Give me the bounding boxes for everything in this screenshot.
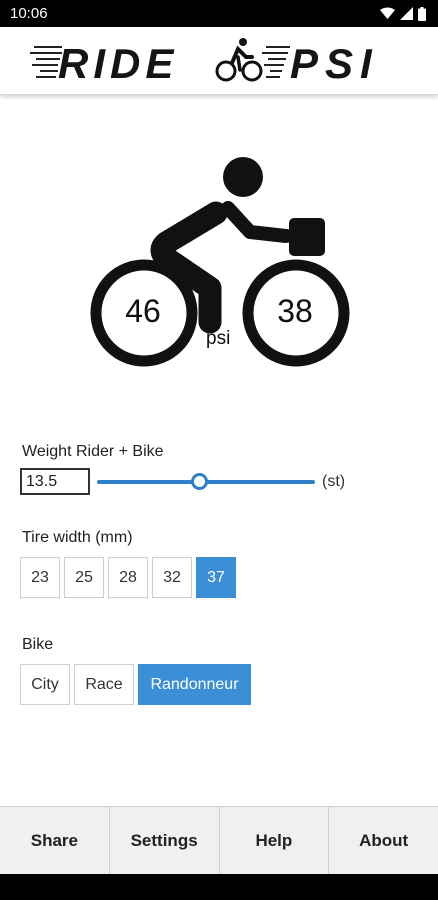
- logo-text-psi: PSI: [290, 40, 379, 87]
- wifi-icon: [380, 7, 395, 19]
- bike-option-race[interactable]: Race: [74, 664, 134, 705]
- app-header: RIDE PSI: [0, 27, 438, 95]
- signal-icon: [400, 7, 413, 20]
- weight-input[interactable]: [20, 468, 90, 495]
- about-button[interactable]: About: [329, 807, 438, 874]
- ride-psi-logo: RIDE PSI: [30, 38, 379, 87]
- tire-option-37[interactable]: 37: [196, 557, 236, 598]
- bottom-nav: Share Settings Help About: [0, 806, 438, 874]
- system-navigation-bar: [0, 874, 438, 900]
- tire-option-32[interactable]: 32: [152, 557, 192, 598]
- logo-cyclist-icon: [215, 38, 263, 82]
- tire-option-28[interactable]: 28: [108, 557, 148, 598]
- weight-slider[interactable]: [97, 472, 317, 492]
- share-button[interactable]: Share: [0, 807, 110, 874]
- tire-width-options: 23 25 28 32 37: [20, 557, 236, 598]
- tire-option-25[interactable]: 25: [64, 557, 104, 598]
- bike-label: Bike: [22, 636, 54, 653]
- weight-unit-label: (st): [322, 473, 346, 490]
- pressure-unit-label: psi: [206, 328, 231, 349]
- rear-pressure-value: 38: [277, 293, 313, 329]
- status-icons: [380, 6, 426, 21]
- pressure-display: 46 38 psi: [88, 150, 350, 372]
- logo-text-ride: RIDE: [58, 40, 178, 87]
- front-pressure-value: 46: [125, 293, 161, 329]
- weight-slider-thumb[interactable]: [191, 473, 208, 490]
- tire-width-label: Tire width (mm): [22, 529, 133, 546]
- bike-type-options: City Race Randonneur: [20, 664, 251, 705]
- status-bar: 10:06: [0, 0, 438, 27]
- weight-label: Weight Rider + Bike: [22, 443, 164, 460]
- help-button[interactable]: Help: [220, 807, 330, 874]
- status-time: 10:06: [10, 5, 48, 22]
- tire-option-23[interactable]: 23: [20, 557, 60, 598]
- bike-option-randonneur[interactable]: Randonneur: [138, 664, 251, 705]
- bike-option-city[interactable]: City: [20, 664, 70, 705]
- settings-button[interactable]: Settings: [110, 807, 220, 874]
- battery-icon: [418, 6, 426, 21]
